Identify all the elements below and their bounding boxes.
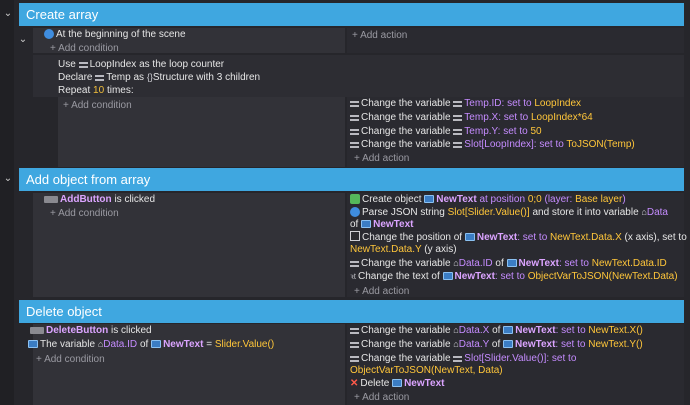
group-title: Delete object <box>26 304 102 319</box>
action-change-data-id[interactable]: Change the variable ⌂Data.ID of NewText:… <box>350 257 667 270</box>
button-icon <box>30 327 44 334</box>
action-change-position-y: NewText.Data.Y (y axis) <box>350 244 457 255</box>
button-icon <box>44 196 58 203</box>
variable-icon <box>453 101 463 107</box>
position-icon <box>350 231 360 241</box>
action-create-object[interactable]: Create object NewText at position 0;0 (l… <box>350 193 626 206</box>
add-action-button[interactable]: + Add action <box>354 285 409 298</box>
action-set-slot[interactable]: Change the variable Slot[LoopIndex]: set… <box>350 138 635 151</box>
object-icon <box>464 233 475 241</box>
add-condition-button[interactable]: + Add condition <box>36 353 105 366</box>
scene-icon <box>44 29 54 39</box>
variable-icon <box>350 101 359 107</box>
chevron-down-icon[interactable]: ⌄ <box>3 9 13 19</box>
action-change-text[interactable]: ꝛt Change the text of NewText: set to Obj… <box>350 270 678 283</box>
action-set-temp-x[interactable]: Change the variable Temp.X: set to LoopI… <box>350 111 593 124</box>
variable-icon <box>350 356 359 362</box>
create-icon <box>350 194 360 204</box>
object-icon <box>361 220 372 228</box>
variable-icon <box>453 129 463 135</box>
condition-variable-compare[interactable]: The variable ⌂Data.ID of NewText = Slide… <box>28 338 274 351</box>
action-set-temp-y[interactable]: Change the variable Temp.Y: set to 50 <box>350 125 542 138</box>
variable-icon <box>78 62 88 68</box>
add-action-button[interactable]: + Add action <box>354 152 409 165</box>
object-icon <box>442 272 453 280</box>
variable-icon <box>350 328 359 334</box>
object-icon <box>503 326 514 334</box>
repeat-loop[interactable]: Repeat 10 times: <box>58 84 134 97</box>
add-condition-button[interactable]: + Add condition <box>50 207 119 220</box>
variable-icon <box>453 115 463 121</box>
events-gutter <box>0 0 14 405</box>
object-icon <box>503 340 514 348</box>
object-icon <box>506 259 517 267</box>
variable-icon <box>350 261 359 267</box>
group-header-create-array[interactable]: Create array <box>19 3 684 26</box>
variable-icon <box>350 129 359 135</box>
add-condition-button[interactable]: + Add condition <box>63 99 132 112</box>
delete-icon: ✕ <box>350 378 359 389</box>
add-condition-button[interactable]: + Add condition <box>50 42 119 55</box>
variable-icon <box>350 115 359 121</box>
group-header-add-object[interactable]: Add object from array <box>19 168 684 191</box>
variable-icon <box>350 142 359 148</box>
object-icon <box>151 340 162 348</box>
add-action-button[interactable]: + Add action <box>354 391 409 404</box>
condition-deletebutton-clicked[interactable]: DeleteButton is clicked <box>30 324 152 337</box>
group-header-delete-object[interactable]: Delete object <box>19 300 684 323</box>
chevron-down-icon[interactable]: ⌄ <box>18 35 28 45</box>
variable-icon <box>350 342 359 348</box>
action-delete-object[interactable]: ✕ Delete NewText <box>350 377 444 390</box>
action-set-temp-id[interactable]: Change the variable Temp.ID: set to Loop… <box>350 97 581 110</box>
group-title: Create array <box>26 7 99 22</box>
object-icon <box>28 340 38 348</box>
action-parse-json-target: of NewText <box>350 219 414 230</box>
group-title: Add object from array <box>26 172 151 187</box>
chevron-down-icon[interactable]: ⌄ <box>3 174 13 184</box>
text-icon: ꝛt <box>350 272 357 281</box>
condition-addbutton-clicked[interactable]: AddButton is clicked <box>44 193 155 206</box>
condition-begin-scene[interactable]: At the beginning of the scene <box>44 28 186 41</box>
action-change-data-x[interactable]: Change the variable ⌂Data.X of NewText: … <box>350 324 643 337</box>
variable-icon <box>95 75 105 81</box>
variable-icon <box>453 142 463 148</box>
declare-variable[interactable]: Declare Temp as {}Structure with 3 child… <box>58 71 260 84</box>
add-action-button[interactable]: + Add action <box>352 29 407 42</box>
action-change-slot-value: ObjectVarToJSON(NewText, Data) <box>350 365 503 376</box>
json-icon <box>350 207 360 217</box>
action-change-data-y[interactable]: Change the variable ⌂Data.Y of NewText: … <box>350 338 643 351</box>
object-icon <box>392 379 403 387</box>
use-loop-counter[interactable]: Use LoopIndex as the loop counter <box>58 58 224 71</box>
object-icon <box>424 195 435 203</box>
variable-icon <box>453 356 463 362</box>
